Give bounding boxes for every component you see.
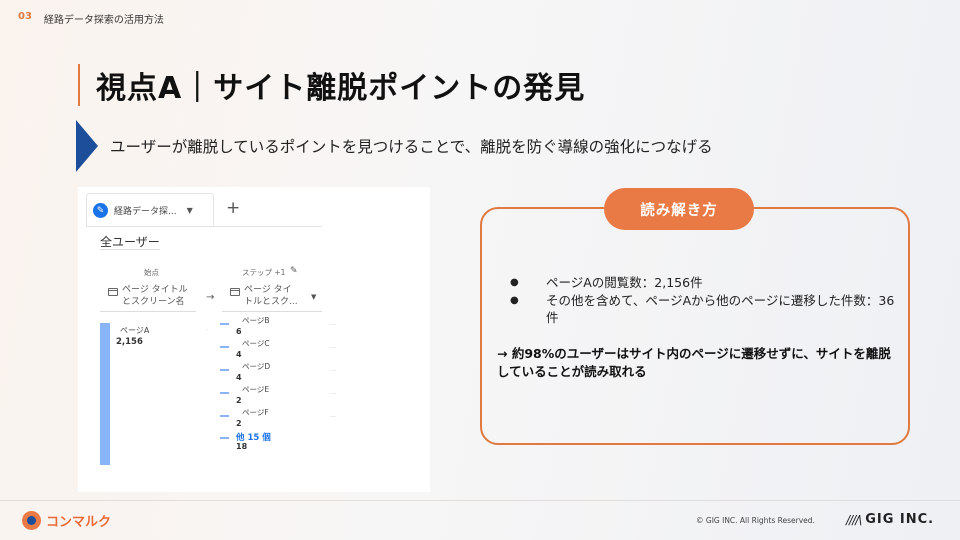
section-number: 03	[18, 11, 32, 22]
segment-label: 全ユーザー	[100, 235, 160, 249]
step-value: 4	[236, 350, 242, 359]
connector-mark: …	[330, 366, 336, 373]
bullet-item: その他を含めて、ページAから他のページに遷移した件数：36件	[510, 292, 900, 327]
step-label: ページD	[242, 362, 271, 371]
step-bar	[220, 392, 229, 394]
brand-logo-text: コンマルク	[46, 515, 112, 530]
explanation-conclusion: → 約98%のユーザーはサイト内のページに遷移せずに、サイトを離脱していることが…	[497, 346, 891, 379]
start-dimension-selector[interactable]: ページ タイトル とスクリーン名	[108, 284, 188, 308]
segment-underline	[100, 249, 160, 250]
page-title: 視点A｜サイト離脱ポイントの発見	[96, 71, 586, 106]
step-value: 2	[236, 419, 242, 428]
dim-start-line1: ページ タイトル	[122, 285, 188, 295]
section-header: 03 経路データ探索の活用方法	[18, 11, 164, 26]
table-icon	[230, 288, 240, 296]
dim-step-line1: ページ タイ	[244, 285, 292, 295]
step-value: 6	[236, 327, 242, 336]
column-header-step: ステップ +1	[242, 268, 286, 277]
footer-divider	[0, 500, 960, 501]
step-label: ページE	[242, 385, 270, 394]
copyright-text: © GIG INC. All Rights Reserved.	[696, 516, 815, 525]
step-bar	[220, 369, 229, 371]
step-bar	[220, 415, 229, 417]
dim-start-line2: とスクリーン名	[122, 297, 185, 307]
step-bar	[220, 346, 229, 348]
tab-bar: ✎ 経路データ探... ▼ +	[86, 193, 322, 227]
step-dimension-selector[interactable]: ページ タイ トルとスク...	[230, 284, 298, 308]
title-block: 視点A｜サイト離脱ポイントの発見	[78, 64, 585, 106]
step-dimension-underline	[222, 311, 322, 312]
section-title: 経路データ探索の活用方法	[43, 15, 164, 26]
explanation-bullets: ページAの閲覧数：2,156件 その他を含めて、ページAから他のページに遷移した…	[510, 274, 900, 327]
start-node-value: 2,156	[116, 337, 143, 347]
column-header-start: 始点	[144, 268, 159, 277]
connector-mark: …	[330, 343, 336, 350]
step-label: ページF	[242, 408, 269, 417]
company-logo: ////\ GIG INC.	[846, 512, 934, 527]
caret-down-icon[interactable]: ▼	[311, 293, 316, 301]
step-value: 4	[236, 373, 242, 382]
path-exploration-screenshot: ✎ 経路データ探... ▼ + 全ユーザー 始点 ステップ +1 ✎ ページ タ…	[78, 187, 430, 492]
start-node-bar[interactable]	[100, 323, 110, 465]
bullet-item: ページAの閲覧数：2,156件	[510, 274, 900, 292]
table-icon	[108, 288, 118, 296]
step-label: ページB	[242, 316, 270, 325]
company-logo-text: GIG INC.	[865, 512, 935, 527]
more-steps-value: 18	[236, 442, 248, 451]
connector-mark: …	[330, 320, 336, 327]
add-tab-icon[interactable]: +	[226, 198, 240, 218]
pencil-edit-icon[interactable]: ✎	[290, 266, 298, 276]
company-logo-icon: ////\	[846, 512, 862, 527]
pencil-icon: ✎	[93, 203, 108, 218]
subtitle-arrow-icon	[76, 120, 98, 172]
brand-logo-icon	[22, 511, 41, 530]
page-subtitle: ユーザーが離脱しているポイントを見つけることで、離脱を防ぐ導線の強化につなげる	[110, 138, 713, 156]
connector-mark: …	[330, 412, 336, 419]
connector-mark: …	[330, 389, 336, 396]
step-value: 2	[236, 396, 242, 405]
tab-path-exploration[interactable]: ✎ 経路データ探... ▼	[86, 193, 214, 227]
step-label: ページC	[242, 339, 270, 348]
explanation-heading: 読み解き方	[604, 188, 754, 230]
brand-logo: コンマルク	[22, 511, 111, 530]
connector-mark: ·	[206, 327, 208, 334]
dim-step-line2: トルとスク...	[244, 297, 298, 307]
caret-down-icon[interactable]: ▼	[187, 206, 193, 215]
start-dimension-underline	[100, 311, 196, 312]
start-node-label: ページA	[120, 326, 150, 335]
step-bar	[220, 437, 229, 439]
step-bar	[220, 323, 229, 325]
arrow-right-icon: →	[206, 292, 215, 303]
tab-label: 経路データ探...	[114, 207, 177, 217]
